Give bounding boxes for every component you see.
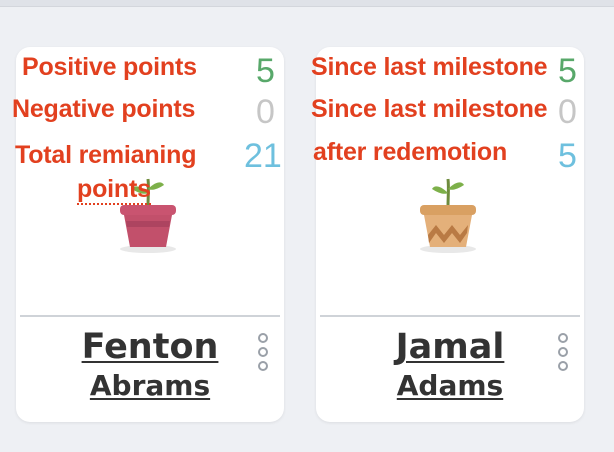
plant-pot-terracotta-icon [420,178,476,253]
student-first-name[interactable]: Jamal [350,327,550,367]
annotation-since-last-milestone-positive: Since last milestone [311,53,548,81]
top-bar [0,0,614,7]
annotation-negative-points: Negative points [12,95,196,123]
positive-points-value: 5 [558,52,577,90]
total-points-value: 21 [244,137,282,175]
vertical-dots-icon[interactable] [558,333,572,375]
card-divider [20,315,280,317]
vertical-dots-icon[interactable] [258,333,272,375]
annotation-since-last-milestone-negative: Since last milestone [311,95,548,123]
student-last-name[interactable]: Abrams [50,369,250,402]
negative-points-value: 0 [558,93,577,131]
annotation-total-remaining: Total remianing [15,141,197,169]
negative-points-value: 0 [256,93,275,131]
annotation-positive-points: Positive points [22,53,197,81]
card-divider [320,315,580,317]
total-points-value: 5 [558,137,577,175]
positive-points-value: 5 [256,52,275,90]
student-first-name[interactable]: Fenton [50,327,250,367]
student-last-name[interactable]: Adams [350,369,550,402]
annotation-after-redemption: after redemotion [313,138,508,166]
annotation-points: points [77,175,151,205]
